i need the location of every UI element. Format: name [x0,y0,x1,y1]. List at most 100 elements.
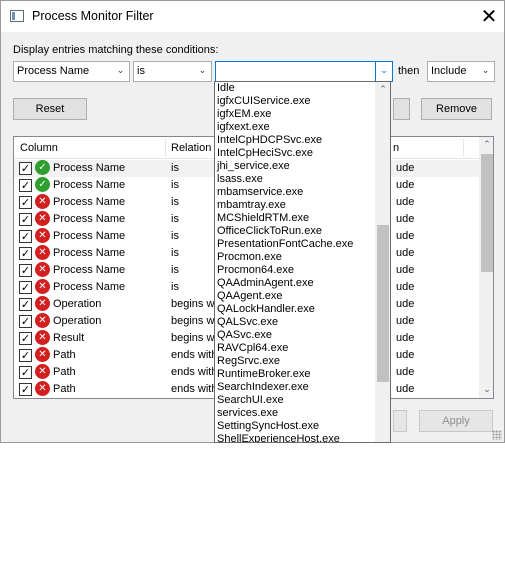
row-checkbox[interactable]: ✓ [19,162,32,175]
dropdown-scrollbar[interactable]: ⌃ [375,82,390,442]
dropdown-item[interactable]: IntelCpHeciSvc.exe [215,147,375,160]
dropdown-item[interactable]: services.exe [215,407,375,420]
exclude-x-icon: ✕ [35,313,50,328]
chevron-down-icon[interactable]: ⌄ [477,62,494,81]
row-action-cell: ude [396,281,415,293]
exclude-x-icon: ✕ [35,228,50,243]
dropdown-item[interactable]: igfxext.exe [215,121,375,134]
dropdown-item[interactable]: igfxCUIService.exe [215,95,375,108]
row-checkbox[interactable]: ✓ [19,366,32,379]
dropdown-item[interactable]: Procmon.exe [215,251,375,264]
conditions-label: Display entries matching these condition… [13,44,219,56]
row-relation-cell: is [171,196,179,208]
dropdown-item[interactable]: MCShieldRTM.exe [215,212,375,225]
row-column-cell: Process Name [53,162,126,174]
ok-button[interactable] [393,410,407,432]
exclude-x-icon: ✕ [35,381,50,396]
dropdown-item[interactable]: igfxEM.exe [215,108,375,121]
dropdown-item[interactable]: mbamtray.exe [215,199,375,212]
value-dropdown-list[interactable]: Idle igfxCUIService.exe igfxEM.exe igfxext.… [214,81,391,443]
row-column-cell: Path [53,349,76,361]
row-checkbox[interactable]: ✓ [19,383,32,396]
dropdown-item[interactable]: QALSvc.exe [215,316,375,329]
row-checkbox[interactable]: ✓ [19,315,32,328]
row-relation-cell: ends with [171,349,216,361]
scrollbar-thumb[interactable] [481,154,493,272]
row-action-cell: ude [396,179,415,191]
scroll-up-arrow-icon[interactable]: ⌃ [479,137,493,153]
include-check-icon: ✓ [35,177,50,192]
exclude-x-icon: ✕ [35,262,50,277]
dropdown-item[interactable]: QAAgent.exe [215,290,375,303]
header-action[interactable]: n [393,142,399,154]
row-action-cell: ude [396,196,415,208]
action-combo-value: Include [431,65,467,77]
relation-combo[interactable]: is ⌄ [133,61,212,82]
dropdown-item[interactable]: lsass.exe [215,173,375,186]
column-combo[interactable]: Process Name ⌄ [13,61,130,82]
row-checkbox[interactable]: ✓ [19,247,32,260]
scroll-up-arrow-icon[interactable]: ⌃ [375,82,390,98]
row-relation-cell: is [171,213,179,225]
list-scrollbar[interactable]: ⌃ ⌄ [479,137,493,398]
row-action-cell: ude [396,247,415,259]
row-relation-cell: is [171,281,179,293]
chevron-down-icon[interactable]: ⌄ [112,62,129,81]
exclude-x-icon: ✕ [35,330,50,345]
dropdown-item[interactable]: RAVCpl64.exe [215,342,375,355]
dropdown-items: Idle igfxCUIService.exe igfxEM.exe igfxext.… [215,82,375,442]
row-checkbox[interactable]: ✓ [19,196,32,209]
dropdown-item[interactable]: PresentationFontCache.exe [215,238,375,251]
dropdown-item[interactable]: QASvc.exe [215,329,375,342]
row-checkbox[interactable]: ✓ [19,264,32,277]
include-check-icon: ✓ [35,160,50,175]
scrollbar-thumb[interactable] [377,225,389,382]
resize-grip-icon[interactable] [492,430,502,440]
dropdown-item[interactable]: SettingSyncHost.exe [215,420,375,433]
chevron-down-icon[interactable]: ⌄ [375,62,392,81]
row-relation-cell: is [171,162,179,174]
header-relation[interactable]: Relation [171,142,211,154]
dropdown-item[interactable]: SearchUI.exe [215,394,375,407]
dropdown-item[interactable]: RegSrvc.exe [215,355,375,368]
row-checkbox[interactable]: ✓ [19,179,32,192]
row-checkbox[interactable]: ✓ [19,298,32,311]
reset-button[interactable]: Reset [13,98,87,120]
add-button[interactable] [393,98,410,120]
row-column-cell: Process Name [53,281,126,293]
close-button[interactable]: ✕ [474,1,504,32]
dropdown-item[interactable]: SearchIndexer.exe [215,381,375,394]
row-column-cell: Result [53,332,85,344]
row-action-cell: ude [396,230,415,242]
row-column-cell: Operation [53,315,102,327]
header-column[interactable]: Column [20,142,58,154]
scroll-down-arrow-icon[interactable]: ⌄ [479,382,493,398]
dropdown-item[interactable]: QAAdminAgent.exe [215,277,375,290]
action-combo[interactable]: Include ⌄ [427,61,495,82]
value-combo[interactable]: ⌄ [215,61,393,82]
row-checkbox[interactable]: ✓ [19,332,32,345]
row-column-cell: Process Name [53,247,126,259]
remove-button[interactable]: Remove [421,98,492,120]
exclude-x-icon: ✕ [35,279,50,294]
chevron-down-icon[interactable]: ⌄ [194,62,211,81]
dropdown-item[interactable]: RuntimeBroker.exe [215,368,375,381]
dropdown-item[interactable]: mbamservice.exe [215,186,375,199]
row-relation-cell: is [171,230,179,242]
exclude-x-icon: ✕ [35,245,50,260]
dropdown-item[interactable]: Procmon64.exe [215,264,375,277]
row-checkbox[interactable]: ✓ [19,230,32,243]
row-action-cell: ude [396,332,415,344]
dropdown-item[interactable]: Idle [215,82,375,95]
dropdown-item[interactable]: jhi_service.exe [215,160,375,173]
dropdown-item[interactable]: QALockHandler.exe [215,303,375,316]
dropdown-item[interactable]: OfficeClickToRun.exe [215,225,375,238]
dropdown-item[interactable]: ShellExperienceHost.exe [215,433,375,442]
row-checkbox[interactable]: ✓ [19,349,32,362]
row-checkbox[interactable]: ✓ [19,213,32,226]
row-checkbox[interactable]: ✓ [19,281,32,294]
apply-button[interactable]: Apply [419,410,493,432]
dropdown-item[interactable]: IntelCpHDCPSvc.exe [215,134,375,147]
row-action-cell: ude [396,213,415,225]
row-column-cell: Process Name [53,196,126,208]
